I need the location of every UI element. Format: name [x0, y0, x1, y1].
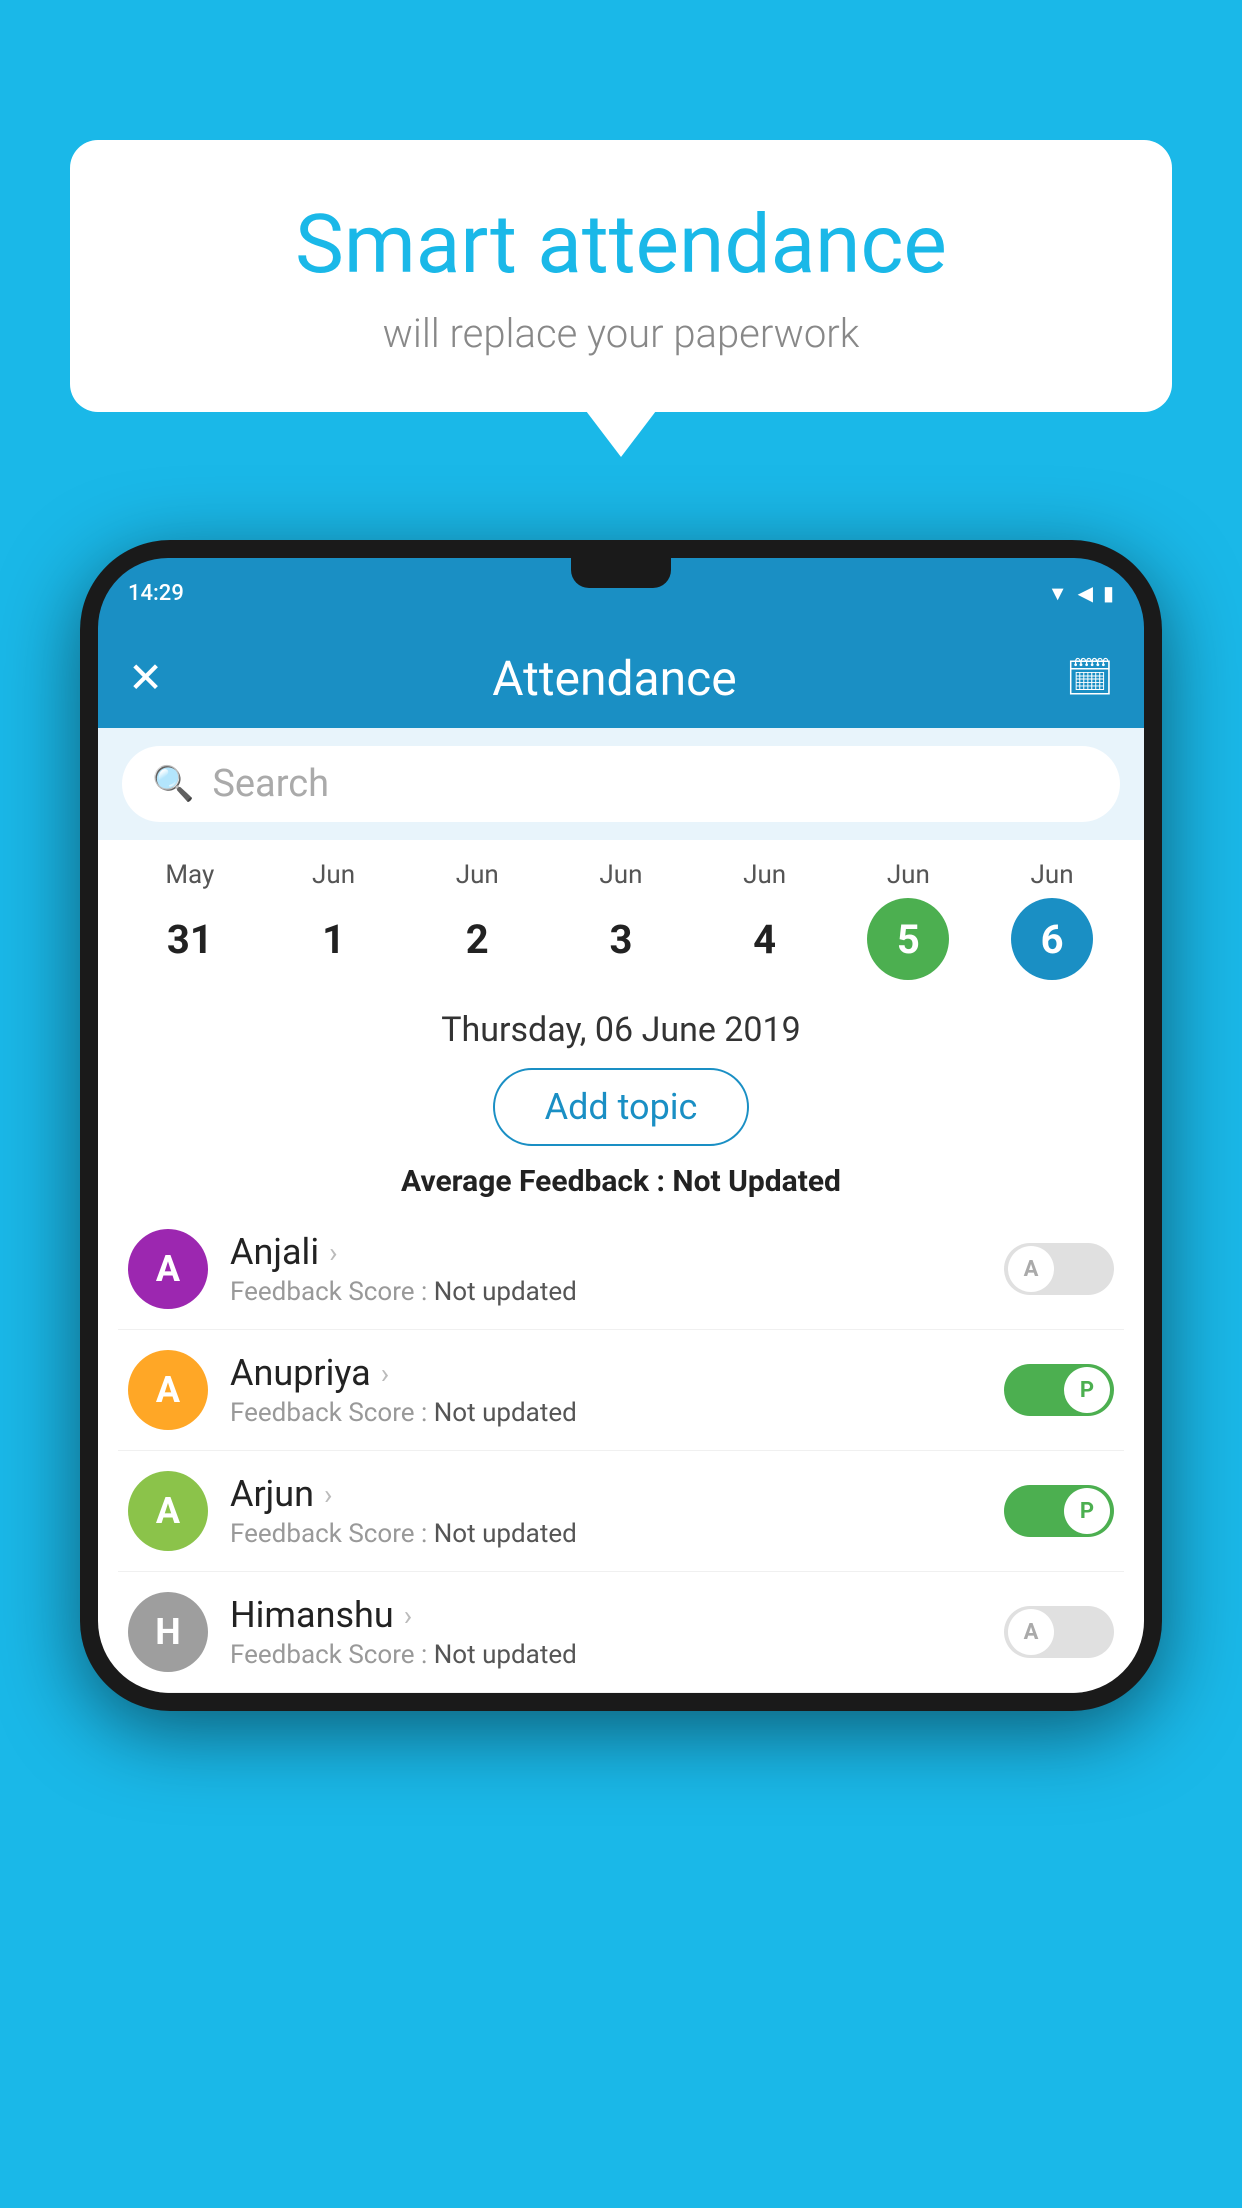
phone-notch: [571, 558, 671, 588]
avatar: H: [128, 1592, 208, 1672]
search-bar[interactable]: 🔍 Search: [122, 746, 1120, 822]
calendar-day-3[interactable]: Jun 3: [580, 860, 662, 980]
close-button[interactable]: ✕: [128, 653, 163, 703]
attendance-toggle[interactable]: A: [1004, 1243, 1114, 1295]
toggle-knob: A: [1008, 1609, 1054, 1655]
feedback-score: Feedback Score : Not updated: [230, 1277, 982, 1307]
avg-feedback-value: Not Updated: [672, 1164, 841, 1199]
status-time: 14:29: [128, 581, 184, 606]
calendar-day-5[interactable]: Jun 5: [867, 860, 949, 980]
cal-date[interactable]: 3: [580, 898, 662, 980]
cal-date[interactable]: 4: [724, 898, 806, 980]
calendar-strip: May 31 Jun 1 Jun 2 Jun 3 Jun 4 Jun 5 Jun 6: [98, 840, 1144, 990]
student-name: Arjun ›: [230, 1473, 982, 1515]
chevron-right-icon: ›: [404, 1599, 412, 1632]
student-info: Himanshu › Feedback Score : Not updated: [230, 1594, 982, 1670]
feedback-score: Feedback Score : Not updated: [230, 1640, 982, 1670]
cal-month: May: [165, 860, 214, 890]
cal-month: Jun: [312, 860, 355, 890]
cal-date[interactable]: 31: [149, 898, 231, 980]
toggle-knob: A: [1008, 1246, 1054, 1292]
selected-date-text: Thursday, 06 June 2019: [128, 1010, 1114, 1050]
calendar-day-2[interactable]: Jun 2: [436, 860, 518, 980]
attendance-toggle[interactable]: P: [1004, 1485, 1114, 1537]
avg-feedback: Average Feedback : Not Updated: [128, 1164, 1114, 1199]
calendar-day-0[interactable]: May 31: [149, 860, 231, 980]
search-icon: 🔍: [152, 764, 194, 804]
toggle-knob: P: [1064, 1488, 1110, 1534]
cal-date[interactable]: 1: [293, 898, 375, 980]
cal-date[interactable]: 5: [867, 898, 949, 980]
student-info: Anupriya › Feedback Score : Not updated: [230, 1352, 982, 1428]
student-name: Himanshu ›: [230, 1594, 982, 1636]
student-item[interactable]: A Anupriya › Feedback Score : Not updated P: [118, 1330, 1124, 1451]
search-input[interactable]: Search: [212, 762, 329, 806]
add-topic-button[interactable]: Add topic: [493, 1068, 750, 1146]
speech-bubble-subtitle: will replace your paperwork: [140, 310, 1102, 357]
calendar-day-1[interactable]: Jun 1: [293, 860, 375, 980]
status-bar: 14:29 ▼ ◀ ▮: [98, 558, 1144, 628]
speech-bubble: Smart attendance will replace your paper…: [70, 140, 1172, 412]
student-info: Arjun › Feedback Score : Not updated: [230, 1473, 982, 1549]
phone-outer: 14:29 ▼ ◀ ▮ ✕ Attendance 🗓 🔍 Search: [80, 540, 1162, 1711]
status-icons: ▼ ◀ ▮: [1048, 581, 1114, 606]
cal-month: Jun: [599, 860, 642, 890]
avatar: A: [128, 1229, 208, 1309]
calendar-day-6[interactable]: Jun 6: [1011, 860, 1093, 980]
battery-icon: ▮: [1103, 581, 1114, 605]
chevron-right-icon: ›: [329, 1236, 337, 1269]
phone-container: 14:29 ▼ ◀ ▮ ✕ Attendance 🗓 🔍 Search: [80, 540, 1162, 2208]
student-info: Anjali › Feedback Score : Not updated: [230, 1231, 982, 1307]
student-list: AAnjali ›Feedback Score : Not updatedAAA…: [98, 1209, 1144, 1693]
calendar-icon[interactable]: 🗓: [1066, 656, 1114, 700]
toggle-knob: P: [1064, 1367, 1110, 1413]
cal-month: Jun: [743, 860, 786, 890]
cal-month: Jun: [1031, 860, 1074, 890]
attendance-toggle[interactable]: P: [1004, 1364, 1114, 1416]
cal-month: Jun: [456, 860, 499, 890]
cal-month: Jun: [887, 860, 930, 890]
signal-icon: ◀: [1078, 581, 1093, 605]
student-name: Anupriya ›: [230, 1352, 982, 1394]
student-name: Anjali ›: [230, 1231, 982, 1273]
feedback-score: Feedback Score : Not updated: [230, 1519, 982, 1549]
cal-date[interactable]: 6: [1011, 898, 1093, 980]
avatar: A: [128, 1471, 208, 1551]
wifi-icon: ▼: [1048, 581, 1068, 606]
speech-bubble-title: Smart attendance: [140, 200, 1102, 290]
search-bar-container: 🔍 Search: [98, 728, 1144, 840]
cal-date[interactable]: 2: [436, 898, 518, 980]
attendance-toggle[interactable]: A: [1004, 1606, 1114, 1658]
student-item[interactable]: A Anjali › Feedback Score : Not updated A: [118, 1209, 1124, 1330]
speech-bubble-container: Smart attendance will replace your paper…: [70, 140, 1172, 412]
app-bar: ✕ Attendance 🗓: [98, 628, 1144, 728]
avatar: A: [128, 1350, 208, 1430]
avg-feedback-label: Average Feedback :: [401, 1164, 672, 1199]
calendar-day-4[interactable]: Jun 4: [724, 860, 806, 980]
chevron-right-icon: ›: [324, 1478, 332, 1511]
student-item[interactable]: A Arjun › Feedback Score : Not updated P: [118, 1451, 1124, 1572]
feedback-score: Feedback Score : Not updated: [230, 1398, 982, 1428]
selected-date-section: Thursday, 06 June 2019 Add topic Average…: [98, 990, 1144, 1209]
chevron-right-icon: ›: [381, 1357, 389, 1390]
app-bar-title: Attendance: [193, 650, 1036, 707]
phone-screen: 🔍 Search May 31 Jun 1 Jun 2 Jun 3 Jun 4 Jun 5 Jun 6 T…: [98, 728, 1144, 1693]
student-item[interactable]: H Himanshu › Feedback Score : Not updated A: [118, 1572, 1124, 1693]
